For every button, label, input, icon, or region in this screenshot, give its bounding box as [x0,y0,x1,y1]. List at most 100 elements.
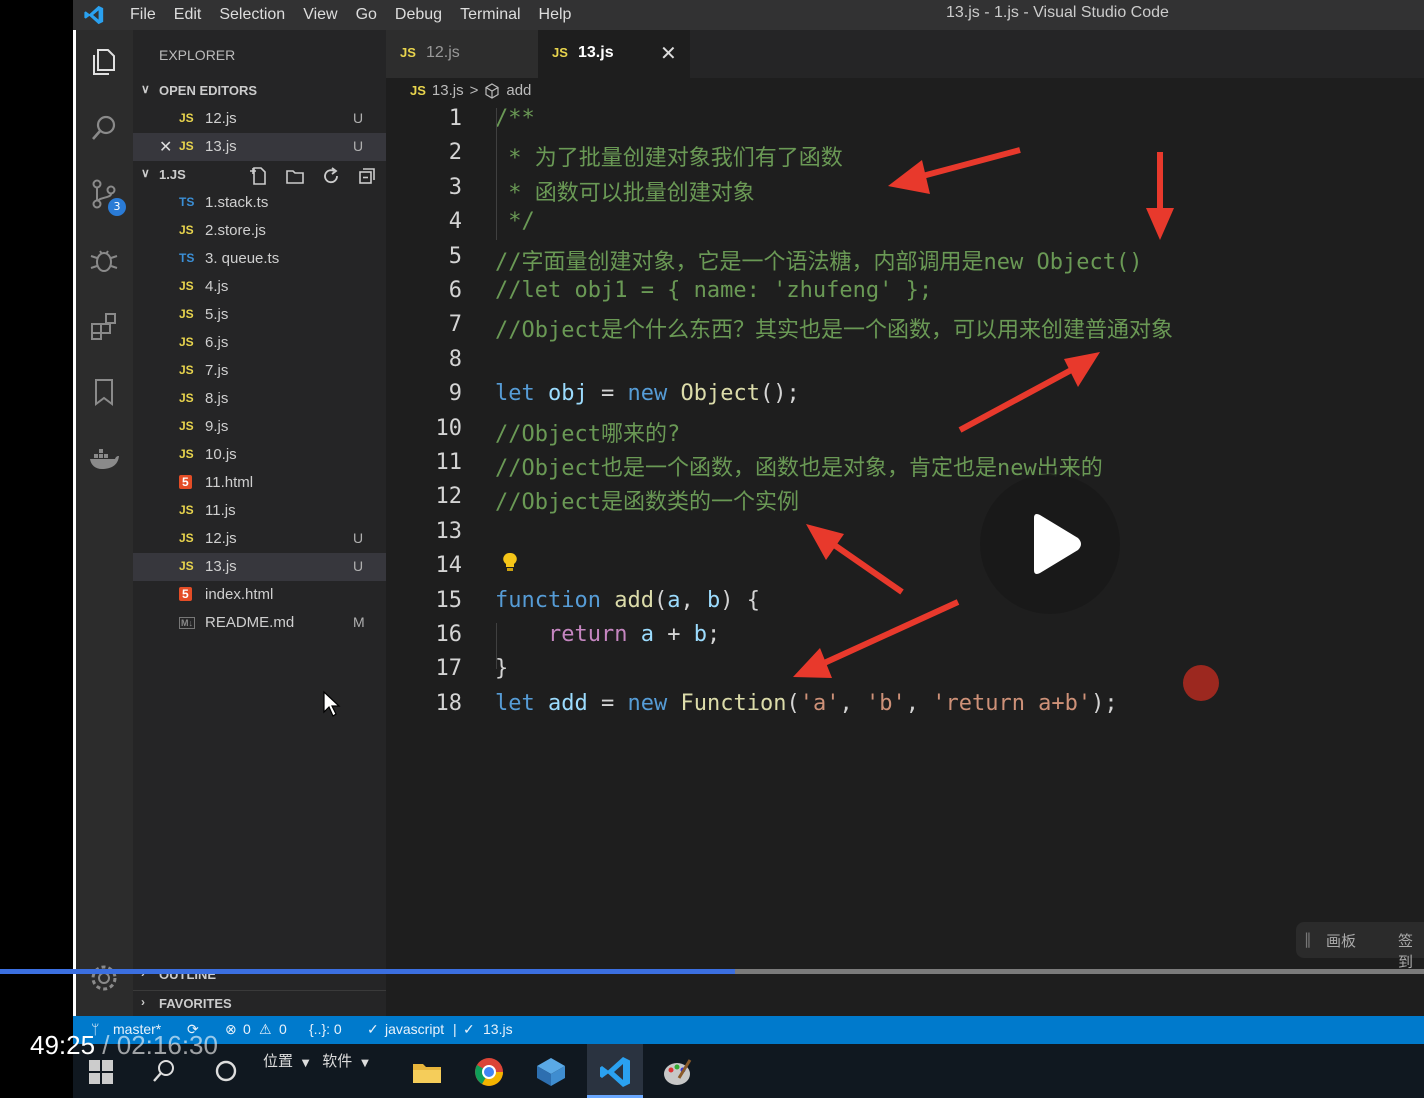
code-line[interactable]: 6 //let obj1 = { name: 'zhufeng' }; [386,278,1424,312]
file-check[interactable]: 13.js [483,1021,513,1037]
file-tree-item[interactable]: JS 2.store.js [133,217,386,245]
file-tree-item[interactable]: JS 6.js [133,329,386,357]
error-count[interactable]: 0 [243,1021,251,1037]
sign-in-button[interactable]: 签到 [1398,930,1424,972]
board-button[interactable]: 画板 [1326,930,1356,951]
paint-app-icon[interactable] [657,1052,697,1092]
menu-terminal[interactable]: Terminal [451,6,529,24]
open-editor-item[interactable]: JS 12.js U [133,105,386,133]
file-tree-item[interactable]: JS 11.js [133,497,386,525]
chrome-icon[interactable] [469,1052,509,1092]
line-text: return a + b; [547,622,721,647]
code-line[interactable]: 12 //Object是函数类的一个实例 [386,484,1424,518]
menu-debug[interactable]: Debug [386,6,451,24]
file-tree-item[interactable]: TS 3. queue.ts [133,245,386,273]
code-line[interactable]: 10 //Object哪来的? [386,416,1424,450]
file-tree-item[interactable]: TS 1.stack.ts [133,189,386,217]
cortana-icon[interactable] [213,1058,239,1084]
code-line[interactable]: 4 */ [386,209,1424,243]
menu-selection[interactable]: Selection [210,6,294,24]
code-line[interactable]: 17} [386,656,1424,690]
files-icon[interactable] [88,46,120,78]
vscode-taskbar-icon[interactable] [595,1052,635,1092]
line-text: let obj = new Object(); [495,381,800,407]
code-line[interactable]: 2 * 为了批量创建对象我们有了函数 [386,140,1424,174]
menu-help[interactable]: Help [530,6,581,24]
file-tree-item[interactable]: JS 12.js U [133,525,386,553]
file-tree-item[interactable]: JS 7.js [133,357,386,385]
code-line[interactable]: 7 //Object是个什么东西？其实也是一个函数，可以用来创建普通对象 [386,312,1424,346]
code-line[interactable]: 16 return a + b; [386,622,1424,656]
code-editor[interactable]: JS 13.js > add 1/** 2 * 为了批量创建对象我们有了函数 3 *… [386,78,1424,1016]
debug-icon[interactable] [88,244,120,276]
menu-file[interactable]: File [121,6,165,24]
file-tree-item[interactable]: JS 9.js [133,413,386,441]
file-tree-item[interactable]: JS 5.js [133,301,386,329]
windows-start-icon[interactable] [87,1058,115,1086]
app-cube-icon[interactable] [531,1052,571,1092]
tab-12js[interactable]: JS 12.js [386,30,538,78]
bookmark-icon[interactable] [88,376,120,408]
warning-count[interactable]: 0 [279,1021,287,1037]
open-editor-item[interactable]: ✕ JS 13.js U [133,133,386,161]
file-tree-item[interactable]: JS 4.js [133,273,386,301]
new-folder-icon[interactable] [285,166,305,186]
file-name: 10.js [205,446,237,463]
language-mode[interactable]: javascript [385,1021,444,1037]
outline-header[interactable]: › OUTLINE [133,962,386,988]
line-number: 2 [448,140,462,166]
code-line[interactable]: 5 //字面量创建对象，它是一个语法糖，内部调用是new Object() [386,244,1424,278]
folder-header[interactable]: ∨ 1.JS [133,162,386,188]
settings-gear-icon[interactable] [88,962,120,994]
search-icon[interactable] [151,1058,177,1084]
js-file-icon: JS [179,279,194,293]
menu-edit[interactable]: Edit [165,6,211,24]
menu-view[interactable]: View [294,6,346,24]
code-line[interactable]: 15 function add(a, b) { [386,588,1424,622]
collapse-all-icon[interactable] [357,166,377,186]
new-file-icon[interactable] [249,166,269,186]
explorer-title: EXPLORER [159,47,236,63]
code-line[interactable]: 13 [386,519,1424,553]
refresh-icon[interactable] [321,166,341,186]
file-tree-item[interactable]: M↓ README.md M [133,609,386,637]
panel-handle[interactable]: ‖ [1304,930,1312,948]
lightbulb-icon[interactable] [502,552,518,574]
git-status: U [353,558,364,574]
line-number: 17 [435,656,463,682]
editor-tab-bar: JS 12.js JS 13.js ✕ [386,30,1424,78]
breadcrumb: JS 13.js > add [410,82,531,99]
menu-go[interactable]: Go [347,6,386,24]
breadcrumb-symbol[interactable]: add [506,82,531,99]
file-tree-item[interactable]: JS 13.js U [133,553,386,581]
code-line[interactable]: 11 //Object也是一个函数，函数也是对象，肯定也是new出来的 [386,450,1424,484]
code-line[interactable]: 14 [386,553,1424,587]
js-file-icon: JS [179,447,194,461]
code-line[interactable]: 18 let add = new Function('a', 'b', 'retu… [386,691,1424,725]
code-line[interactable]: 1 /** [386,106,1424,140]
file-tree-item[interactable]: JS 8.js [133,385,386,413]
close-icon[interactable]: ✕ [660,41,677,66]
video-play-button[interactable] [980,474,1120,614]
code-line[interactable]: 9 let obj = new Object(); [386,381,1424,415]
tab-13js[interactable]: JS 13.js ✕ [538,30,690,78]
location-menu[interactable]: 位置 [263,1052,293,1070]
file-tree-item[interactable]: 5 index.html [133,581,386,609]
extensions-icon[interactable] [88,310,120,342]
file-tree-item[interactable]: 5 11.html [133,469,386,497]
brace-count[interactable]: {..}: 0 [309,1021,342,1037]
code-line[interactable]: 3 * 函数可以批量创建对象 [386,175,1424,209]
line-number: 12 [435,484,463,510]
breadcrumb-file[interactable]: 13.js [432,82,464,99]
git-status: M [353,614,365,630]
file-tree-item[interactable]: JS 10.js [133,441,386,469]
favorites-header[interactable]: › FAVORITES [133,990,386,1017]
close-icon[interactable]: ✕ [159,137,172,157]
docker-icon[interactable] [88,442,120,474]
code-line[interactable]: 8 [386,347,1424,381]
open-editors-header[interactable]: ∨ OPEN EDITORS [133,78,386,104]
search-icon[interactable] [88,112,120,144]
file-explorer-icon[interactable] [407,1052,447,1092]
software-menu[interactable]: 软件 [322,1052,352,1070]
line-number: 7 [448,312,462,338]
